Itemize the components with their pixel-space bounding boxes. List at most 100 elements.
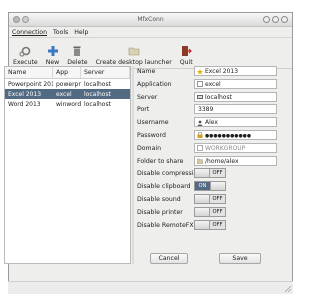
folder-field[interactable]: /home/alex [194,155,277,166]
create-desktop-launcher-button[interactable]: Create desktop launcher [96,45,172,66]
application-row: Application excel [136,78,281,91]
application-label: Application [137,80,172,88]
exit-door-icon [182,46,193,56]
domain-label: Domain [137,144,162,152]
network-icon [197,145,203,152]
folder-icon [197,158,203,164]
sound-label: Disable sound [137,195,181,203]
server-field[interactable]: localhost [194,91,277,102]
close-icon[interactable] [281,16,288,23]
window-title: MfxConn [137,16,164,23]
server-icon [197,95,203,100]
minimize-icon[interactable] [263,16,270,23]
sound-toggle[interactable]: OFF [194,193,226,204]
folder-icon [128,47,139,56]
toggle-knob [195,169,210,178]
user-icon [197,120,203,126]
column-name[interactable]: Name [5,67,53,78]
compression-label: Disable compression [137,170,202,178]
connection-list[interactable]: Name App Server Powerpoint 2013 powerpnt… [4,66,131,264]
remotefx-row: Disable RemoteFX OFF [136,219,281,232]
clipboard-state: ON [195,182,210,191]
column-app[interactable]: App [53,67,81,78]
folder-label: Folder to share [137,157,184,165]
pane-splitter[interactable] [132,66,134,264]
username-field[interactable]: Alex [194,117,277,128]
password-field[interactable]: ●●●●●●●●●●● [194,129,277,140]
username-value: Alex [205,119,218,127]
username-label: Username [137,119,169,127]
clipboard-toggle[interactable]: ON [194,181,226,192]
name-field[interactable]: Excel 2013 [194,66,277,76]
server-label: Server [137,93,158,101]
row-app: excel [56,90,72,98]
port-field[interactable]: 3389 [194,104,277,115]
execute-label: Execute [13,59,38,66]
row-name: Excel 2013 [8,90,42,98]
connection-form: Name Excel 2013 Application excel Server… [136,66,281,232]
row-server: localhost [84,90,111,98]
port-row: Port 3389 [136,104,281,116]
compression-toggle[interactable]: OFF [194,168,226,179]
printer-label: Disable printer [137,208,183,216]
row-name: Word 2013 [8,100,41,108]
name-value: Excel 2013 [205,68,239,75]
table-row[interactable]: Word 2013 winword localhost [5,99,130,109]
delete-button[interactable]: Delete [67,45,88,66]
toggle-knob [195,220,210,229]
plus-icon [47,46,58,56]
toggle-knob [195,194,210,203]
menu-tools[interactable]: Tools [53,29,68,36]
execute-button[interactable]: Execute [13,45,38,66]
title-bar: MfxConn [9,13,292,27]
lock-icon [197,132,203,139]
password-row: Password ●●●●●●●●●●● [136,129,281,142]
toggle-knob [195,207,210,216]
application-icon [197,81,203,88]
printer-row: Disable printer OFF [136,206,281,219]
name-row: Name Excel 2013 [136,66,281,78]
clipboard-label: Disable clipboard [137,183,191,191]
folder-value: /home/alex [205,157,239,165]
maximize-icon[interactable] [272,16,279,23]
folder-row: Folder to share /home/alex [136,155,281,168]
username-row: Username Alex [136,117,281,129]
application-value: excel [205,80,221,88]
quit-button[interactable]: Quit [180,45,193,66]
domain-row: Domain WORKGROUP [136,142,281,155]
password-label: Password [137,131,166,139]
column-server[interactable]: Server [81,67,130,78]
create-desktop-launcher-label: Create desktop launcher [95,59,172,66]
domain-field[interactable]: WORKGROUP [194,142,277,153]
server-row: Server localhost [136,91,281,104]
sound-row: Disable sound OFF [136,193,281,206]
application-field[interactable]: excel [194,78,277,89]
remotefx-toggle[interactable]: OFF [194,219,226,230]
table-header: Name App Server [5,67,130,79]
row-app: winword [56,100,81,108]
resize-grip-icon[interactable] [285,286,291,292]
port-label: Port [137,106,150,114]
row-app: powerpnt [56,80,81,88]
menu-bar: Connection Tools Help [9,27,292,38]
menu-help[interactable]: Help [74,29,88,36]
row-server: localhost [84,100,111,108]
remotefx-state: OFF [210,220,225,229]
clipboard-row: Disable clipboard ON [136,181,281,193]
toggle-knob [210,182,225,191]
compression-row: Disable compression OFF [136,168,281,180]
delete-label: Delete [67,59,88,66]
server-value: localhost [205,93,232,101]
table-row[interactable]: Powerpoint 2013 powerpnt localhost [5,79,130,89]
password-value: ●●●●●●●●●●● [205,133,252,139]
row-server: localhost [84,80,111,88]
new-button[interactable]: New [45,45,60,66]
toolbar: Execute New Delete Create desktop launch… [9,38,292,69]
name-label: Name [137,68,156,75]
new-label: New [45,59,60,66]
cancel-button[interactable]: Cancel [150,253,188,264]
table-row-selected[interactable]: Excel 2013 excel localhost [5,89,130,99]
menu-connection[interactable]: Connection [12,29,47,36]
printer-toggle[interactable]: OFF [194,206,226,217]
save-button[interactable]: Save [219,253,261,264]
